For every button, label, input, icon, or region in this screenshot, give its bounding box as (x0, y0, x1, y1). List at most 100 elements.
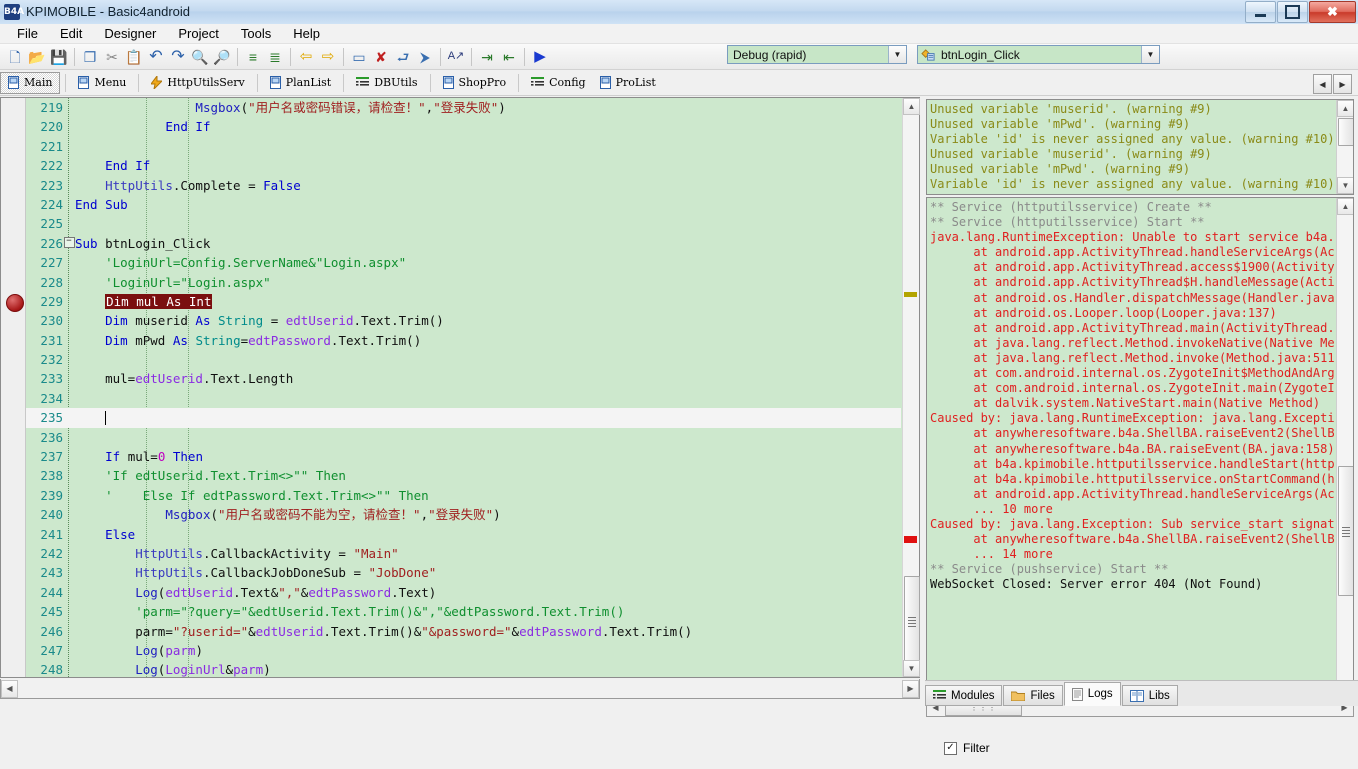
bottom-tab-libs[interactable]: Libs (1121, 685, 1178, 706)
code-line[interactable]: 240 Msgbox("用户名或密码不能为空，请检查！","登录失败") (26, 505, 901, 524)
minimize-button[interactable] (1245, 1, 1276, 23)
redo-icon[interactable]: ↷ (167, 46, 189, 68)
font-size-icon[interactable]: A↗ (445, 46, 467, 68)
code-line[interactable]: 225 (26, 214, 901, 233)
outdent-block-icon[interactable]: ≣ (264, 46, 286, 68)
build-configuration-dropdown[interactable]: Debug (rapid) ▼ (727, 45, 907, 64)
module-tab-config[interactable]: Config (524, 73, 593, 93)
scroll-up-button[interactable]: ▲ (903, 98, 920, 115)
code-line[interactable]: 244 Log(edtUserid.Text&","&edtPassword.T… (26, 583, 901, 602)
bottom-tab-files[interactable]: Files (1003, 685, 1063, 706)
decrease-indent-icon[interactable]: ⇤ (498, 46, 520, 68)
menu-item-file[interactable]: File (6, 24, 49, 43)
editor-horizontal-scrollbar[interactable]: ◀ ▶ (0, 679, 920, 699)
remove-breakpoint-icon[interactable]: ✘ (370, 46, 392, 68)
module-tab-menu[interactable]: Menu (71, 73, 133, 93)
bottom-tab-logs[interactable]: Logs (1063, 682, 1121, 706)
maximize-button[interactable] (1277, 1, 1308, 23)
code-line[interactable]: 238 'If edtUserid.Text.Trim<>"" Then (26, 466, 901, 485)
menu-item-project[interactable]: Project (167, 24, 229, 43)
filter-checkbox[interactable]: ✓ (944, 741, 957, 755)
run-icon[interactable]: ▶ (529, 46, 551, 68)
tab-scroll-next-button[interactable]: ▶ (1333, 74, 1352, 94)
code-line[interactable]: 242 HttpUtils.CallbackActivity = "Main" (26, 544, 901, 563)
code-line[interactable]: 237 If mul=0 Then (26, 447, 901, 466)
find-icon[interactable]: 🔍 (189, 46, 211, 68)
increase-indent-icon[interactable]: ⇥ (476, 46, 498, 68)
code-line[interactable]: 219 Msgbox("用户名或密码错误，请检查！","登录失败") (26, 98, 901, 117)
code-line[interactable]: 236 (26, 428, 901, 447)
indent-block-icon[interactable]: ≡ (242, 46, 264, 68)
scroll-down-button[interactable]: ▼ (1337, 177, 1353, 194)
code-line[interactable]: 247 Log(parm) (26, 641, 901, 660)
code-line[interactable]: 245 'parm="?query="&edtUserid.Text.Trim(… (26, 602, 901, 621)
code-line[interactable]: 228 'LoginUrl="Login.aspx" (26, 273, 901, 292)
code-line[interactable]: 226− Sub btnLogin_Click (26, 234, 901, 253)
code-line[interactable]: 227 'LoginUrl=Config.ServerName&"Login.a… (26, 253, 901, 272)
navigate-back-icon[interactable]: ⇦ (295, 46, 317, 68)
module-tab-planlist[interactable]: PlanList (263, 73, 338, 93)
chevron-down-icon[interactable]: ▼ (888, 46, 906, 63)
navigate-forward-icon[interactable]: ⇨ (317, 46, 339, 68)
copy-icon[interactable]: ❐ (79, 46, 101, 68)
code-line[interactable]: 223 HttpUtils.Complete = False (26, 176, 901, 195)
filter-checkbox-group[interactable]: ✓ Filter (944, 741, 990, 755)
code-line[interactable]: 241 Else (26, 525, 901, 544)
module-tab-shoppro[interactable]: ShopPro (436, 73, 514, 93)
paste-icon[interactable]: 📋 (123, 46, 145, 68)
scroll-right-button[interactable]: ▶ (902, 679, 919, 698)
scroll-up-button[interactable]: ▲ (1337, 100, 1353, 117)
editor-vertical-scrollbar[interactable]: ▲ ▼ (902, 98, 920, 677)
compiler-warnings-box[interactable]: Unused variable 'muserid'. (warning #9) U… (926, 99, 1354, 195)
undo-icon[interactable]: ↶ (145, 46, 167, 68)
code-line[interactable]: 233 mul=edtUserid.Text.Length (26, 369, 901, 388)
code-line[interactable]: 239 ' Else If edtPassword.Text.Trim<>"" … (26, 486, 901, 505)
menu-item-tools[interactable]: Tools (230, 24, 282, 43)
goto-bookmark-icon[interactable]: ⮞ (414, 46, 436, 68)
close-button[interactable]: ✖ (1309, 1, 1356, 23)
sub-selector-dropdown[interactable]: btnLogin_Click ▼ (917, 45, 1160, 64)
chevron-down-icon[interactable]: ▼ (1141, 46, 1159, 63)
code-line[interactable]: 234 (26, 389, 901, 408)
open-folder-icon[interactable]: 📂 (26, 46, 48, 68)
code-line[interactable]: 229 Dim mul As Int (26, 292, 901, 311)
breakpoint-gutter[interactable] (1, 98, 26, 677)
module-tab-main[interactable]: Main (0, 71, 61, 94)
code-text-area[interactable]: 219 Msgbox("用户名或密码错误，请检查！","登录失败") 220 En… (26, 98, 901, 677)
scroll-thumb[interactable] (1338, 466, 1353, 596)
code-line[interactable]: 220 End If (26, 117, 901, 136)
menu-item-help[interactable]: Help (282, 24, 331, 43)
device-logs-box[interactable]: ** Service (httputilsservice) Create ** *… (926, 197, 1354, 698)
module-tab-dbutils[interactable]: DBUtils (349, 73, 424, 93)
breakpoint-marker[interactable] (6, 294, 24, 312)
scroll-down-button[interactable]: ▼ (903, 660, 920, 677)
tab-scroll-prev-button[interactable]: ◀ (1313, 74, 1332, 94)
new-file-icon[interactable]: 🗋 (4, 46, 26, 68)
code-fold-toggle[interactable]: − (63, 234, 75, 253)
add-bookmark-icon[interactable]: ⮐ (392, 46, 414, 68)
save-icon[interactable]: 💾 (48, 46, 70, 68)
code-line[interactable]: 230 Dim muserid As String = edtUserid.Te… (26, 311, 901, 330)
code-line[interactable]: 248 Log(LoginUrl&parm) (26, 660, 901, 677)
code-line[interactable]: 231 Dim mPwd As String=edtPassword.Text.… (26, 331, 901, 350)
scroll-thumb[interactable] (1338, 118, 1353, 146)
code-line[interactable]: 222 End If (26, 156, 901, 175)
code-line[interactable]: 224 End Sub (26, 195, 901, 214)
scroll-up-button[interactable]: ▲ (1337, 198, 1353, 215)
cut-icon[interactable]: ✂ (101, 46, 123, 68)
module-tab-prolist[interactable]: ProList (593, 73, 663, 93)
horizontal-scroll-track[interactable] (18, 679, 902, 698)
code-line[interactable]: 243 HttpUtils.CallbackJobDoneSub = "JobD… (26, 563, 901, 582)
menu-item-edit[interactable]: Edit (49, 24, 93, 43)
scroll-left-button[interactable]: ◀ (1, 679, 18, 698)
code-line[interactable]: 235 (26, 408, 901, 428)
scroll-thumb[interactable] (904, 576, 920, 666)
menu-item-designer[interactable]: Designer (93, 24, 167, 43)
code-line[interactable]: 232 (26, 350, 901, 369)
add-breakpoint-icon[interactable]: ▭ (348, 46, 370, 68)
logs-vertical-scrollbar[interactable]: ▲ ▼ (1336, 198, 1353, 697)
find-next-icon[interactable]: 🔎 (211, 46, 233, 68)
code-editor[interactable]: 219 Msgbox("用户名或密码错误，请检查！","登录失败") 220 En… (0, 97, 920, 678)
code-line[interactable]: 221 (26, 137, 901, 156)
warnings-vertical-scrollbar[interactable]: ▲ ▼ (1336, 100, 1353, 194)
